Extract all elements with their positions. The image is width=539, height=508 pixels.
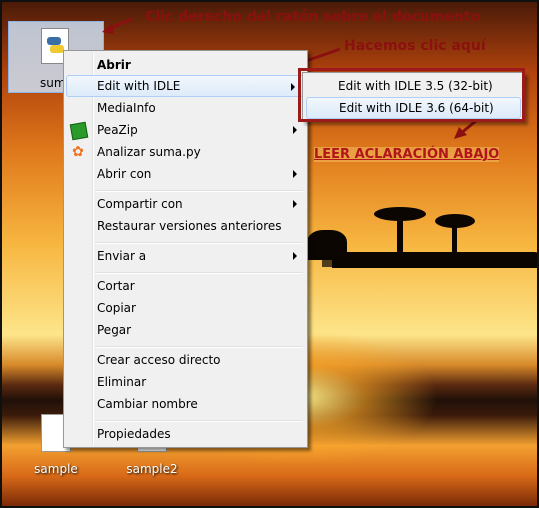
menu-item-analizar[interactable]: ✿ Analizar suma.py <box>66 141 305 163</box>
menu-item-peazip[interactable]: PeaZip <box>66 119 305 141</box>
menu-item-edit-with-idle[interactable]: Edit with IDLE <box>66 75 304 97</box>
menu-item-crear-acceso-directo[interactable]: Crear acceso directo <box>66 349 305 371</box>
menu-item-label: Edit with IDLE <box>97 79 181 93</box>
menu-item-label: Pegar <box>97 323 132 337</box>
submenu-arrow-icon <box>293 252 297 260</box>
submenu-arrow-icon <box>293 170 297 178</box>
annotation-read-note: LEER ACLARACIÓN ABAJO <box>314 147 500 162</box>
menu-item-label: Restaurar versiones anteriores <box>97 219 282 233</box>
menu-item-label: Cambiar nombre <box>97 397 198 411</box>
menu-item-mediainfo[interactable]: MediaInfo <box>66 97 305 119</box>
menu-item-cambiar-nombre[interactable]: Cambiar nombre <box>66 393 305 415</box>
menu-item-propiedades[interactable]: Propiedades <box>66 423 305 445</box>
submenu-arrow-icon <box>293 200 297 208</box>
context-menu: Abrir Edit with IDLE MediaInfo PeaZip ✿ … <box>63 50 308 448</box>
submenu-arrow-icon <box>291 83 295 91</box>
menu-separator <box>95 272 303 274</box>
menu-item-label: Copiar <box>97 301 136 315</box>
peazip-icon <box>69 121 89 141</box>
menu-separator <box>95 346 303 348</box>
menu-item-label: MediaInfo <box>97 101 156 115</box>
annotation-click-here: Hacemos clic aquí <box>344 38 486 54</box>
submenu-arrow-icon <box>293 126 297 134</box>
menu-item-copiar[interactable]: Copiar <box>66 297 305 319</box>
avast-icon: ✿ <box>72 144 84 160</box>
menu-item-label: Abrir <box>97 58 131 72</box>
menu-item-compartir-con[interactable]: Compartir con <box>66 193 305 215</box>
menu-item-label: Propiedades <box>97 427 171 441</box>
menu-item-enviar-a[interactable]: Enviar a <box>66 245 305 267</box>
menu-item-label: Cortar <box>97 279 135 293</box>
menu-item-eliminar[interactable]: Eliminar <box>66 371 305 393</box>
menu-item-abrir-con[interactable]: Abrir con <box>66 163 305 185</box>
menu-item-pegar[interactable]: Pegar <box>66 319 305 341</box>
menu-item-label: Eliminar <box>97 375 147 389</box>
menu-separator <box>95 420 303 422</box>
menu-item-label: PeaZip <box>97 123 138 137</box>
annotation-right-click: Clic derecho del ratón sobre el document… <box>145 9 481 25</box>
menu-item-label: Enviar a <box>97 249 147 263</box>
menu-item-cortar[interactable]: Cortar <box>66 275 305 297</box>
arrow-head <box>102 24 114 34</box>
menu-separator <box>95 190 303 192</box>
menu-item-label: Analizar suma.py <box>97 145 201 159</box>
menu-item-label: Crear acceso directo <box>97 353 221 367</box>
desktop-background: sample sample2 suma.py Clic derecho del … <box>0 0 539 508</box>
menu-item-label: Abrir con <box>97 167 152 181</box>
menu-item-label: Compartir con <box>97 197 183 211</box>
menu-item-abrir[interactable]: Abrir <box>66 54 305 76</box>
submenu-highlight-box <box>298 68 525 122</box>
menu-item-restaurar-versiones[interactable]: Restaurar versiones anteriores <box>66 215 305 237</box>
menu-separator <box>95 242 303 244</box>
